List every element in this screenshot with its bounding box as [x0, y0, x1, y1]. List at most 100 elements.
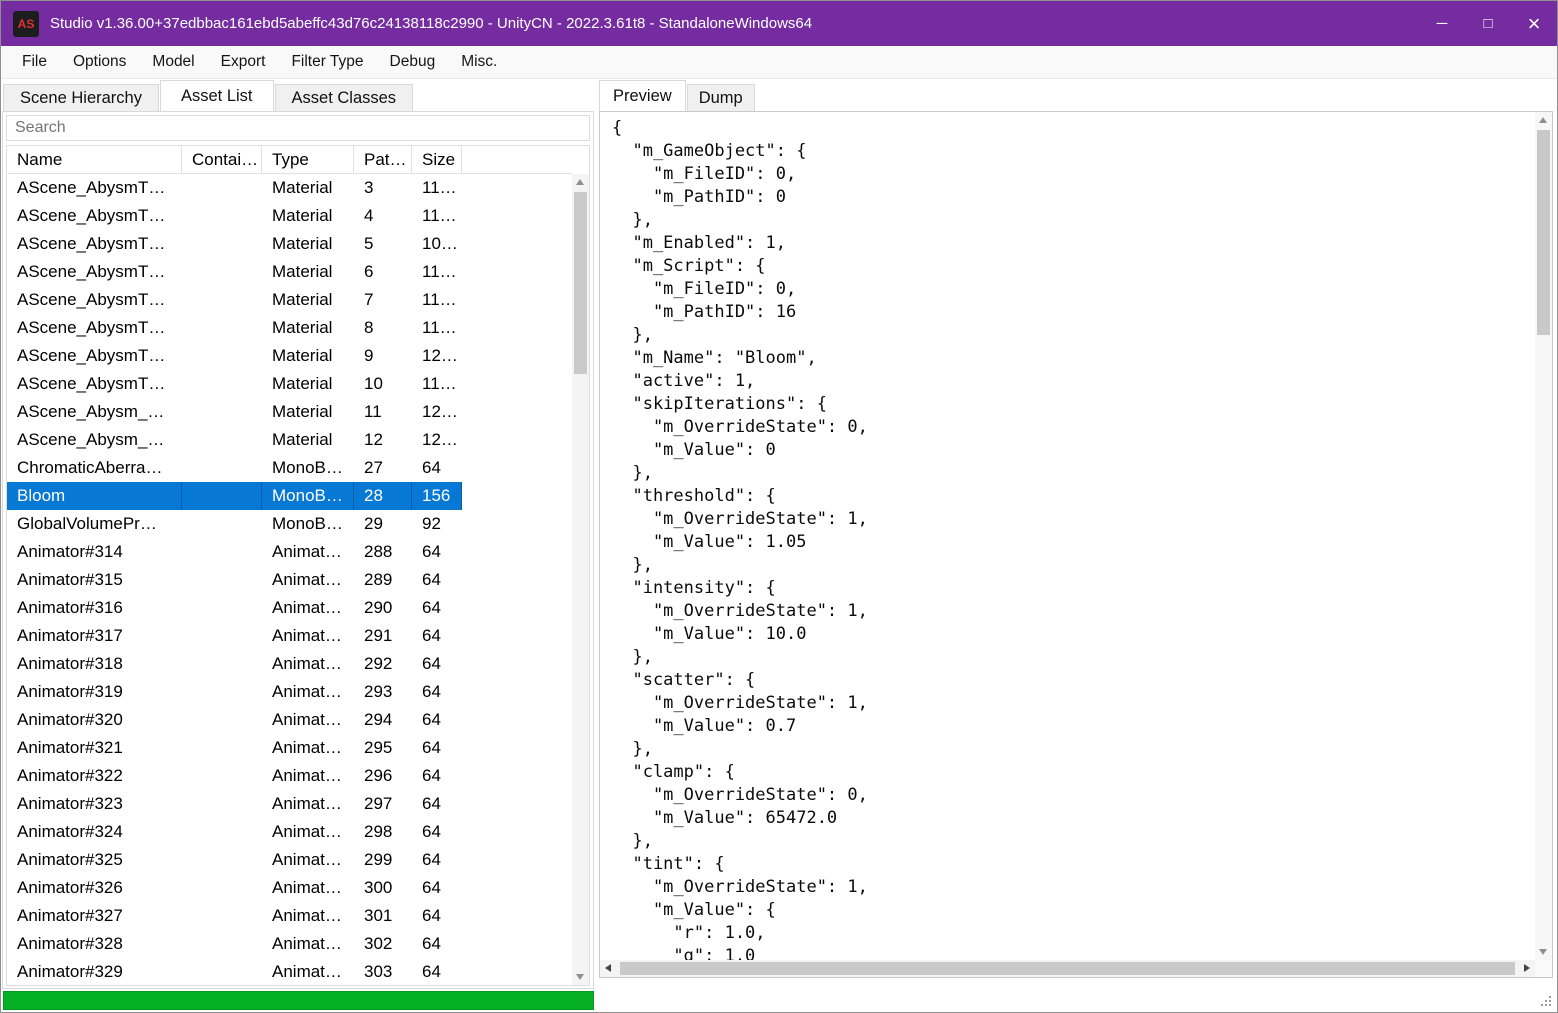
- cell: [182, 818, 262, 846]
- table-row[interactable]: Animator#319Animat…29364: [7, 678, 462, 706]
- tab-scene-hierarchy[interactable]: Scene Hierarchy: [3, 84, 159, 111]
- table-row[interactable]: GlobalVolumePr…MonoB…2992: [7, 510, 462, 538]
- cell: Animat…: [262, 678, 354, 706]
- cell: 64: [412, 650, 462, 678]
- table-row[interactable]: Animator#320Animat…29464: [7, 706, 462, 734]
- table-row[interactable]: AScene_AbysmT…Material311…: [7, 174, 462, 202]
- table-row[interactable]: Animator#329Animat…30364: [7, 958, 462, 985]
- menu-debug[interactable]: Debug: [377, 47, 449, 77]
- title-bar: AS Studio v1.36.00+37edbbac161ebd5abeffc…: [1, 1, 1557, 46]
- menu-file[interactable]: File: [9, 47, 60, 77]
- scrollbar-thumb[interactable]: [620, 962, 1515, 975]
- table-row[interactable]: AScene_AbysmT…Material1011…: [7, 370, 462, 398]
- table-row[interactable]: AScene_AbysmT…Material811…: [7, 314, 462, 342]
- scroll-down-arrow-icon[interactable]: [1539, 949, 1547, 955]
- preview-horizontal-scrollbar[interactable]: [600, 960, 1535, 977]
- table-row[interactable]: Animator#327Animat…30164: [7, 902, 462, 930]
- table-row[interactable]: Animator#324Animat…29864: [7, 818, 462, 846]
- table-row[interactable]: Animator#321Animat…29564: [7, 734, 462, 762]
- tab-asset-classes[interactable]: Asset Classes: [275, 84, 414, 111]
- table-row[interactable]: Animator#323Animat…29764: [7, 790, 462, 818]
- menu-misc[interactable]: Misc.: [448, 47, 510, 77]
- scroll-right-arrow-icon[interactable]: [1524, 964, 1530, 972]
- menu-model[interactable]: Model: [139, 47, 207, 77]
- cell: Material: [262, 202, 354, 230]
- minimize-button[interactable]: ─: [1419, 1, 1465, 46]
- cell: 12…: [412, 398, 462, 426]
- table-row[interactable]: AScene_AbysmT…Material611…: [7, 258, 462, 286]
- tab-preview[interactable]: Preview: [599, 80, 686, 111]
- column-header-pat[interactable]: Pat…: [354, 146, 412, 173]
- maximize-button[interactable]: □: [1465, 1, 1511, 46]
- table-row[interactable]: AScene_AbysmT…Material912…: [7, 342, 462, 370]
- column-header-name[interactable]: Name: [7, 146, 182, 173]
- tab-asset-list[interactable]: Asset List: [160, 80, 274, 111]
- close-button[interactable]: ×: [1511, 1, 1557, 46]
- cell: AScene_AbysmT…: [7, 286, 182, 314]
- menu-export[interactable]: Export: [208, 47, 279, 77]
- table-row[interactable]: AScene_Abysm_…Material1112…: [7, 398, 462, 426]
- cell: [182, 958, 262, 985]
- table-row[interactable]: AScene_Abysm_…Material1212…: [7, 426, 462, 454]
- table-row[interactable]: Animator#322Animat…29664: [7, 762, 462, 790]
- column-header-type[interactable]: Type: [262, 146, 354, 173]
- cell: 297: [354, 790, 412, 818]
- cell: [182, 846, 262, 874]
- asset-table-body: AScene_AbysmT…Material311…AScene_AbysmT……: [7, 174, 572, 985]
- tab-dump[interactable]: Dump: [687, 84, 755, 111]
- table-row[interactable]: AScene_AbysmT…Material711…: [7, 286, 462, 314]
- scrollbar-thumb[interactable]: [574, 192, 587, 374]
- dump-viewport: { "m_GameObject": { "m_FileID": 0, "m_Pa…: [600, 112, 1535, 960]
- cell: 64: [412, 566, 462, 594]
- resize-grip[interactable]: [1541, 996, 1553, 1008]
- table-row[interactable]: AScene_AbysmT…Material411…: [7, 202, 462, 230]
- cell: [182, 482, 262, 510]
- table-row[interactable]: Animator#317Animat…29164: [7, 622, 462, 650]
- scroll-up-arrow-icon[interactable]: [576, 179, 584, 185]
- table-row[interactable]: Animator#318Animat…29264: [7, 650, 462, 678]
- menu-filter-type[interactable]: Filter Type: [278, 47, 376, 77]
- cell: Material: [262, 258, 354, 286]
- cell: 301: [354, 902, 412, 930]
- table-row[interactable]: Animator#315Animat…28964: [7, 566, 462, 594]
- column-header-contai[interactable]: Contai…: [182, 146, 262, 173]
- table-row[interactable]: Animator#316Animat…29064: [7, 594, 462, 622]
- table-row[interactable]: Animator#328Animat…30264: [7, 930, 462, 958]
- column-header-size[interactable]: Size: [412, 146, 462, 173]
- cell: Animator#321: [7, 734, 182, 762]
- cell: [182, 762, 262, 790]
- table-row[interactable]: AScene_AbysmT…Material510…: [7, 230, 462, 258]
- cell: Material: [262, 174, 354, 202]
- app-icon[interactable]: AS: [13, 11, 39, 37]
- scroll-left-arrow-icon[interactable]: [605, 964, 611, 972]
- scroll-up-arrow-icon[interactable]: [1539, 117, 1547, 123]
- table-row[interactable]: Animator#314Animat…28864: [7, 538, 462, 566]
- cell: 12…: [412, 342, 462, 370]
- cell: 12…: [412, 426, 462, 454]
- table-row[interactable]: Animator#325Animat…29964: [7, 846, 462, 874]
- cell: Material: [262, 426, 354, 454]
- cell: [182, 594, 262, 622]
- menu-bar: FileOptionsModelExportFilter TypeDebugMi…: [1, 46, 1557, 79]
- cell: [182, 230, 262, 258]
- asset-table-vertical-scrollbar[interactable]: [572, 174, 589, 985]
- table-row[interactable]: BloomMonoB…28156: [7, 482, 462, 510]
- cell: 292: [354, 650, 412, 678]
- search-input[interactable]: [6, 115, 590, 141]
- cell: 64: [412, 762, 462, 790]
- table-row[interactable]: Animator#326Animat…30064: [7, 874, 462, 902]
- preview-textbox[interactable]: { "m_GameObject": { "m_FileID": 0, "m_Pa…: [599, 111, 1553, 978]
- table-row[interactable]: ChromaticAberra…MonoB…2764: [7, 454, 462, 482]
- cell: [182, 174, 262, 202]
- left-panel: Scene HierarchyAsset ListAsset Classes N…: [1, 80, 597, 1012]
- cell: 28: [354, 482, 412, 510]
- cell: [182, 902, 262, 930]
- cell: Animator#314: [7, 538, 182, 566]
- scroll-down-arrow-icon[interactable]: [576, 974, 584, 980]
- cell: 64: [412, 706, 462, 734]
- cell: Animator#326: [7, 874, 182, 902]
- cell: AScene_Abysm_…: [7, 398, 182, 426]
- menu-options[interactable]: Options: [60, 47, 139, 77]
- preview-vertical-scrollbar[interactable]: [1535, 112, 1552, 960]
- scrollbar-thumb[interactable]: [1537, 130, 1550, 335]
